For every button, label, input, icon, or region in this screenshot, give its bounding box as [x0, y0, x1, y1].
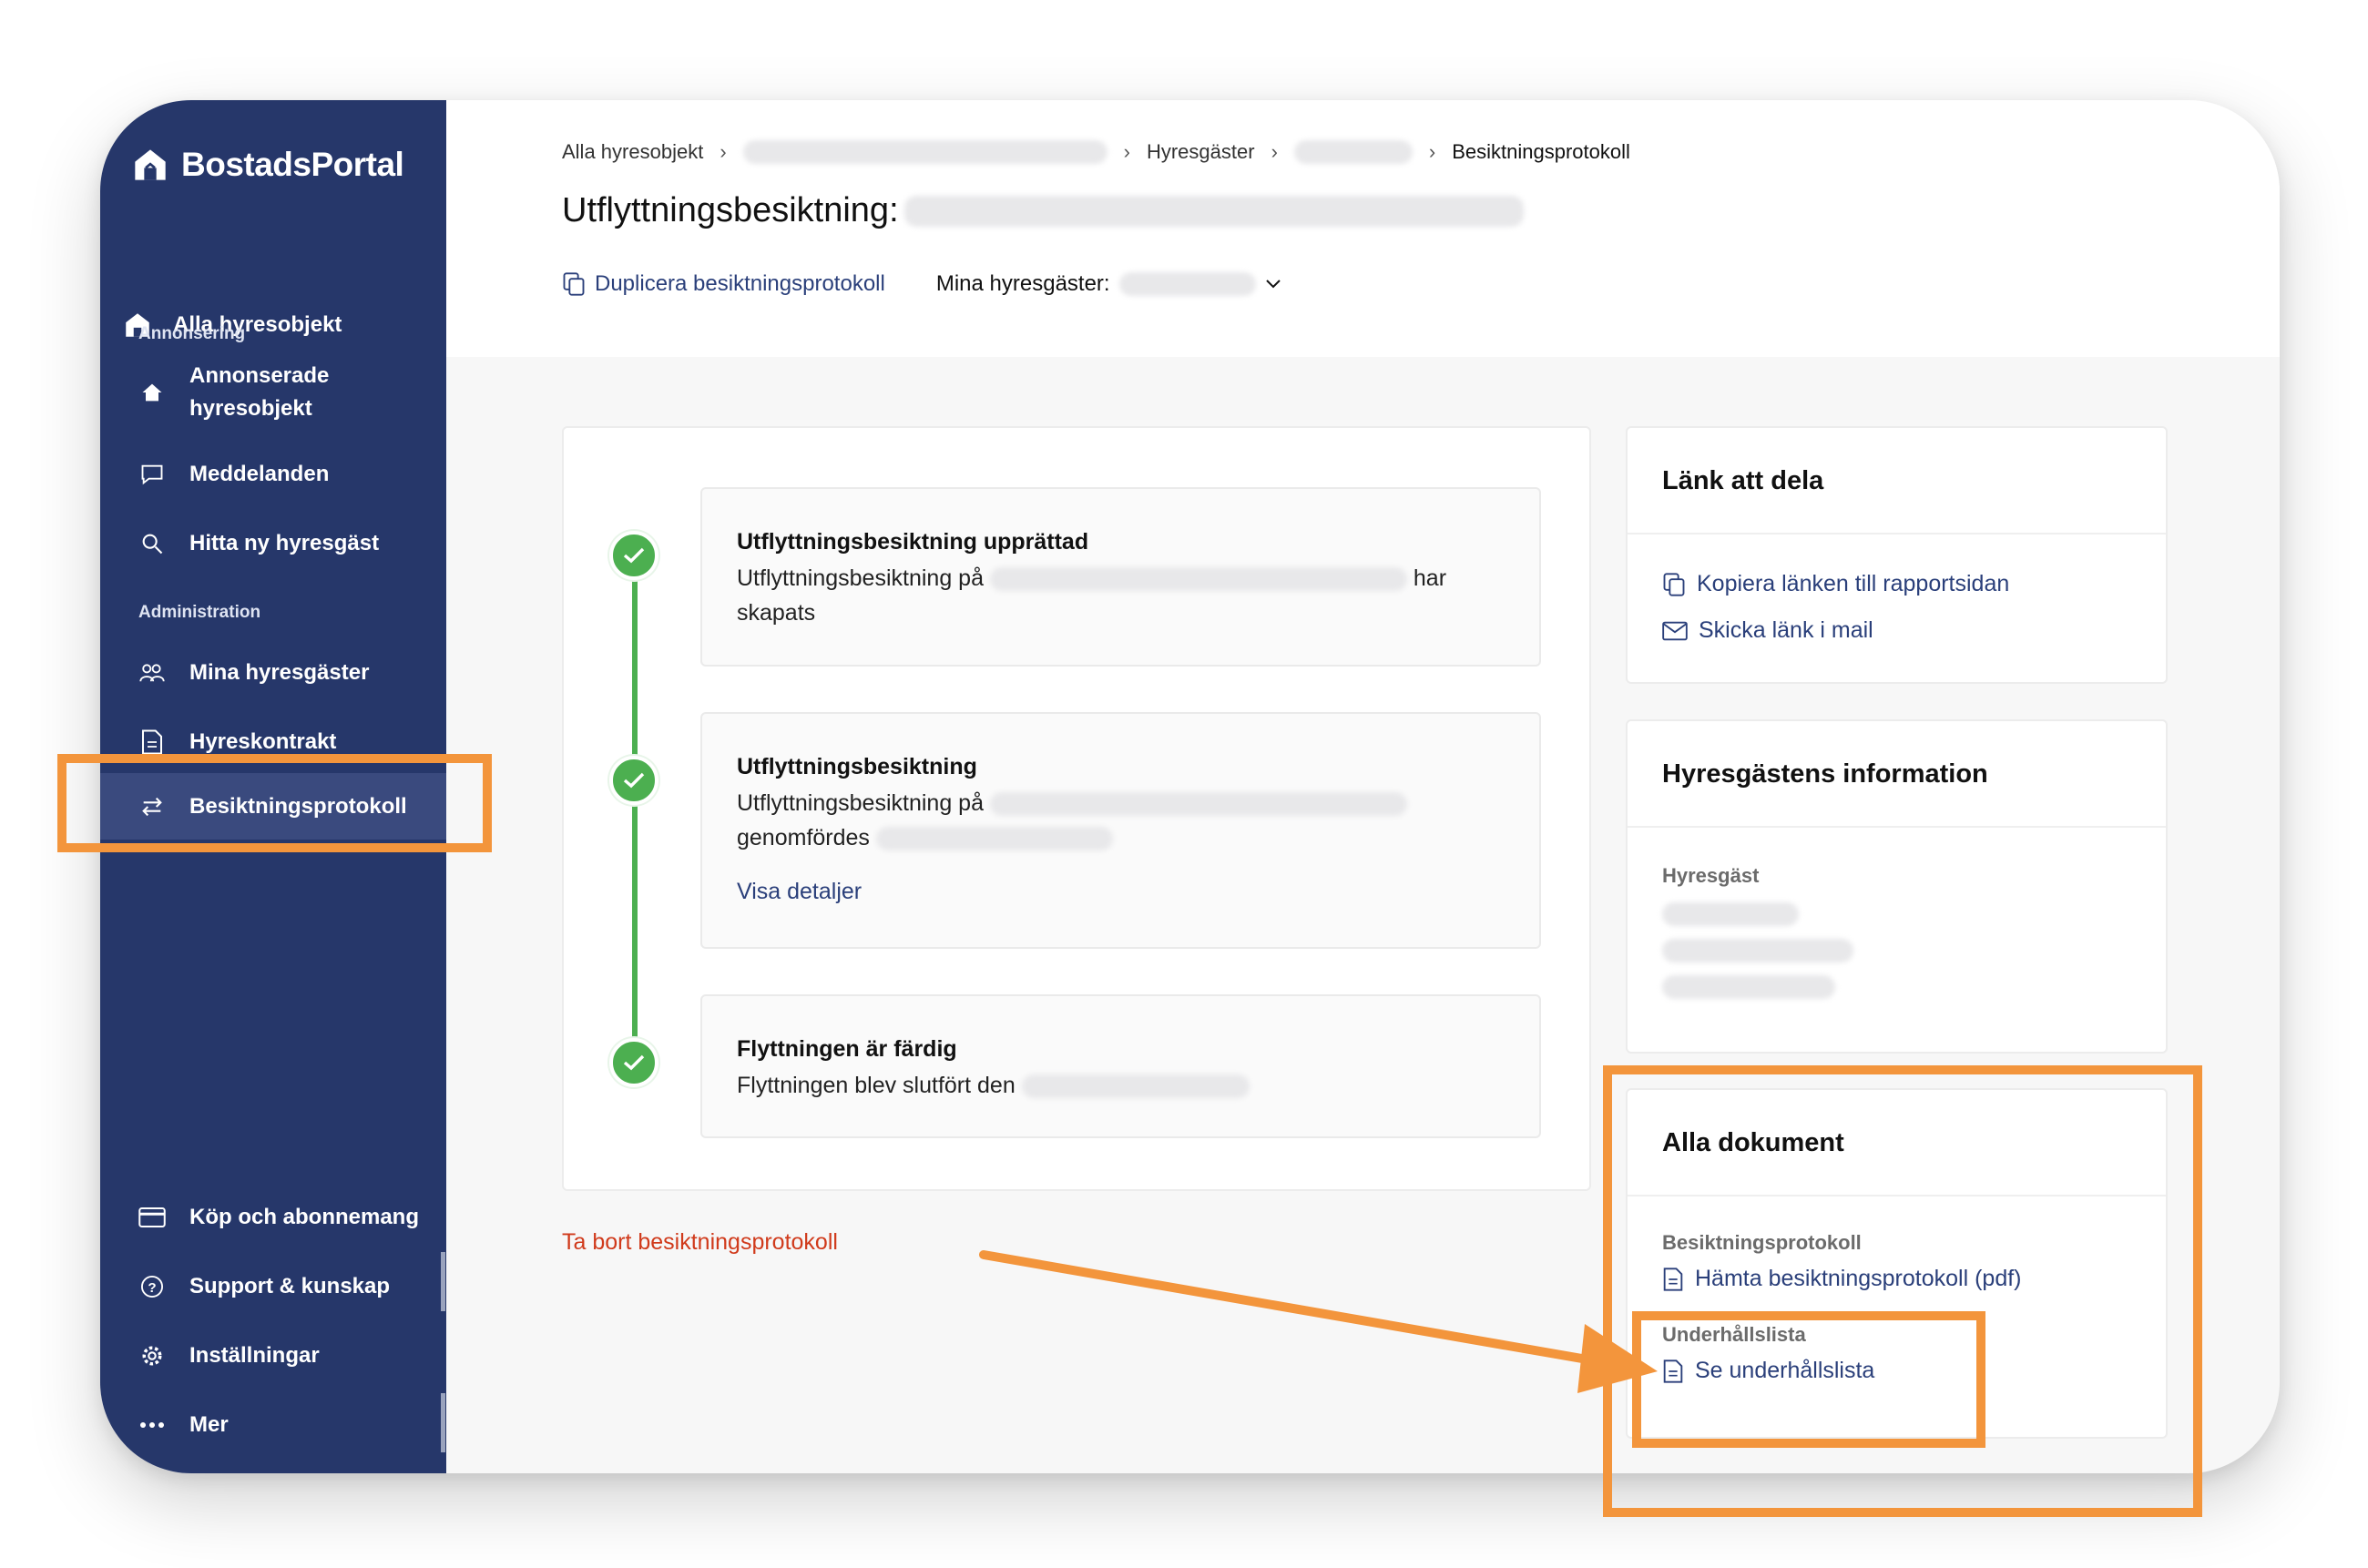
- annotation-arrow: [979, 1250, 1658, 1393]
